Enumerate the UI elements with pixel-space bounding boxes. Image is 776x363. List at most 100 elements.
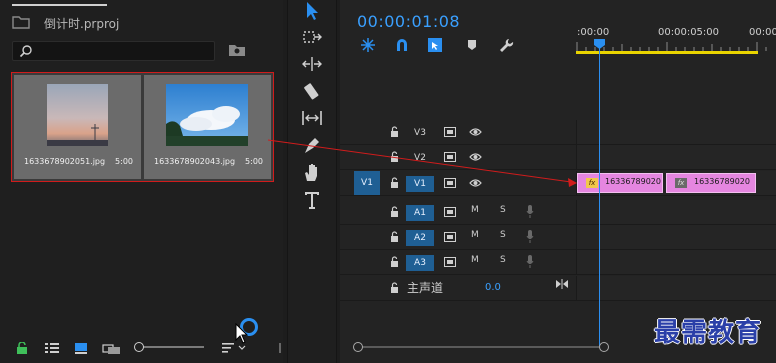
track-lane[interactable]: [576, 145, 776, 169]
work-area-bar[interactable]: [576, 51, 758, 54]
media-item[interactable]: 1633678902043.jpg 5:00: [144, 75, 271, 179]
track-v1: V1 V1 fx 16336789020 fx 16336789020: [340, 171, 776, 196]
eye-icon[interactable]: [469, 152, 482, 162]
linked-selection-icon[interactable]: [427, 37, 443, 53]
media-thumbnail-grid: 1633678902051.jpg 5:00 1633678902043.jpg…: [11, 72, 274, 182]
sync-lock-icon[interactable]: [444, 152, 456, 162]
clip-label: 16336789020: [605, 177, 661, 186]
snap-magnet-icon[interactable]: [394, 37, 410, 53]
pen-tool-icon[interactable]: [301, 134, 323, 156]
timeline-scrollbar[interactable]: [357, 346, 607, 348]
wrench-settings-icon[interactable]: [498, 37, 514, 53]
search-input[interactable]: [12, 41, 215, 61]
time-ruler[interactable]: [576, 40, 776, 51]
type-tool-icon[interactable]: [301, 189, 323, 211]
lock-icon[interactable]: [390, 151, 399, 163]
zoom-slider-handle[interactable]: [134, 342, 144, 352]
track-name[interactable]: V2: [406, 150, 434, 166]
ruler-label: :00:00: [577, 27, 610, 38]
timeline-clip[interactable]: fx 16336789020: [577, 173, 663, 193]
timeline-panel: 00:00:01:08 :00:00 00:00:05:00 00:00:10:…: [340, 0, 776, 363]
solo-button[interactable]: S: [500, 230, 506, 240]
list-view-icon[interactable]: [45, 342, 59, 354]
slip-tool-icon[interactable]: [301, 107, 323, 129]
sync-lock-icon[interactable]: [444, 232, 456, 242]
nest-sequence-icon[interactable]: [360, 37, 376, 53]
lock-icon[interactable]: [15, 342, 29, 354]
track-lane[interactable]: [576, 200, 776, 224]
mute-button[interactable]: M: [471, 230, 479, 240]
solo-button[interactable]: S: [500, 205, 506, 215]
microphone-icon[interactable]: [526, 230, 534, 244]
project-tab-indicator: [12, 4, 107, 6]
eye-icon[interactable]: [469, 127, 482, 137]
media-item-name: 1633678902051.jpg: [24, 157, 106, 166]
playhead-line[interactable]: [599, 42, 600, 347]
master-track-label: 主声道: [407, 281, 444, 295]
lock-icon[interactable]: [390, 256, 399, 268]
track-name[interactable]: V1: [406, 176, 434, 192]
media-item-duration: 5:00: [115, 157, 133, 166]
track-header: A1 M S: [340, 200, 576, 224]
track-header: V3: [340, 120, 576, 144]
media-item[interactable]: 1633678902051.jpg 5:00: [14, 75, 141, 179]
lock-icon[interactable]: [390, 206, 399, 218]
add-marker-icon[interactable]: [464, 37, 480, 53]
track-name[interactable]: V3: [406, 125, 434, 141]
project-title: 倒计时.prproj: [44, 17, 120, 31]
playhead-handle[interactable]: [594, 39, 605, 49]
sunset-thumbnail-image: [47, 84, 108, 146]
panel-divider: [279, 343, 281, 353]
track-lane[interactable]: [576, 120, 776, 144]
new-bin-button[interactable]: [228, 42, 246, 58]
track-lane[interactable]: [576, 276, 776, 300]
lock-icon[interactable]: [390, 282, 399, 294]
sync-lock-icon[interactable]: [444, 178, 456, 188]
scrollbar-right-handle[interactable]: [599, 342, 609, 352]
ruler-label: 00:00:05:00: [658, 27, 720, 38]
icon-view-icon[interactable]: [74, 342, 88, 354]
track-header: A3 M S: [340, 250, 576, 274]
mute-button[interactable]: M: [471, 255, 479, 265]
microphone-icon[interactable]: [526, 205, 534, 219]
master-volume-value[interactable]: 0.0: [485, 282, 501, 293]
track-name[interactable]: A1: [406, 205, 434, 221]
track-lane[interactable]: [576, 250, 776, 274]
scrollbar-left-handle[interactable]: [353, 342, 363, 352]
track-lane[interactable]: [576, 225, 776, 249]
mouse-cursor-icon: [235, 323, 249, 344]
solo-button[interactable]: S: [500, 255, 506, 265]
lock-icon[interactable]: [390, 177, 399, 189]
hand-tool-icon[interactable]: [301, 161, 323, 183]
media-item-duration: 5:00: [245, 157, 263, 166]
search-icon: [19, 45, 32, 58]
fx-badge: fx: [586, 178, 598, 188]
ripple-edit-tool-icon[interactable]: [301, 53, 323, 75]
eye-icon[interactable]: [469, 178, 482, 188]
track-name[interactable]: A3: [406, 255, 434, 271]
sync-lock-icon[interactable]: [444, 127, 456, 137]
razor-tool-icon[interactable]: [301, 81, 323, 103]
timeline-clip[interactable]: fx 16336789020: [666, 173, 756, 193]
folder-icon: [12, 16, 30, 29]
track-header: V2: [340, 145, 576, 169]
mute-button[interactable]: M: [471, 205, 479, 215]
sync-lock-icon[interactable]: [444, 257, 456, 267]
lock-icon[interactable]: [390, 126, 399, 138]
lock-icon[interactable]: [390, 231, 399, 243]
sync-lock-icon[interactable]: [444, 207, 456, 217]
track-a3: A3 M S: [340, 250, 776, 275]
selection-tool-icon[interactable]: [301, 0, 323, 22]
track-v3: V3: [340, 120, 776, 145]
microphone-icon[interactable]: [526, 255, 534, 269]
fx-badge: fx: [675, 178, 687, 188]
track-header: A2 M S: [340, 225, 576, 249]
go-to-ends-icon[interactable]: [555, 278, 569, 290]
track-name[interactable]: A2: [406, 230, 434, 246]
zoom-slider-track[interactable]: [142, 346, 204, 348]
freeform-view-icon[interactable]: [102, 342, 122, 354]
playhead-timecode[interactable]: 00:00:01:08: [357, 12, 460, 31]
track-select-tool-icon[interactable]: [301, 26, 323, 48]
tools-panel: [287, 0, 337, 363]
source-patch-v1[interactable]: V1: [354, 171, 380, 195]
